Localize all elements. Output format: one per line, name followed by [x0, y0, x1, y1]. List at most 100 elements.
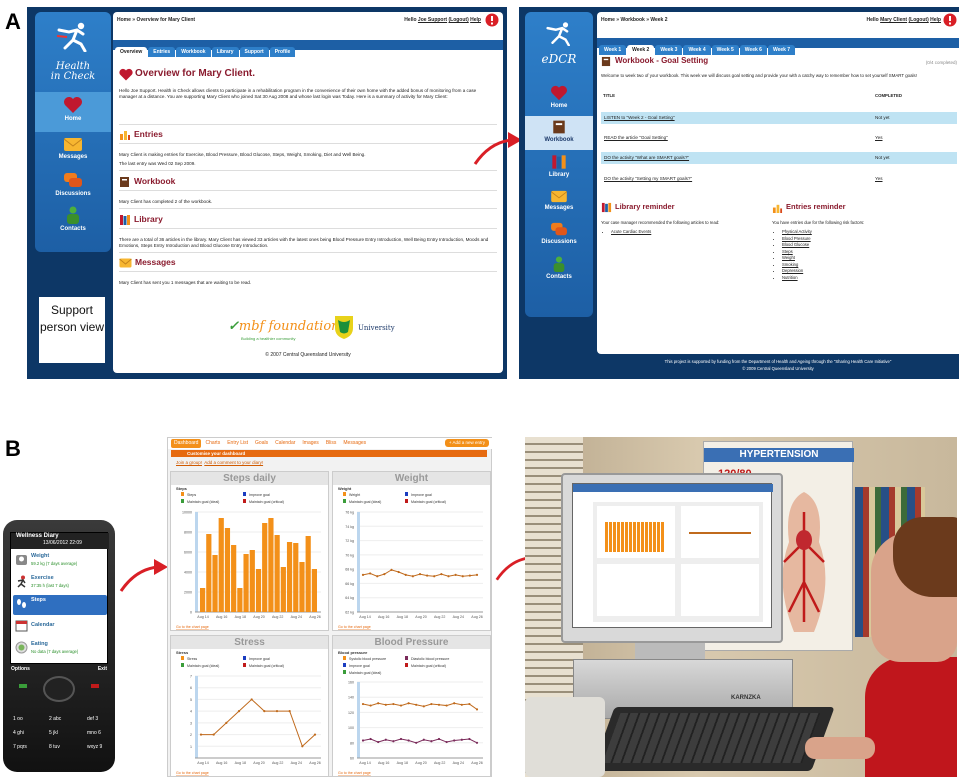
data-point [453, 739, 456, 742]
softkey-exit[interactable]: Exit [98, 666, 107, 672]
x-tick-label: Aug 18 [397, 615, 408, 619]
keypad-key[interactable]: 2 abc [49, 716, 61, 722]
books-icon [552, 155, 566, 169]
table-row[interactable]: LISTEN to "Week 2 - Goal Setting" Not ye… [601, 112, 957, 124]
intro-text: Welcome to week two of your workbook. Th… [601, 73, 917, 78]
list-item[interactable]: Physical Activity [782, 229, 812, 236]
tab-week-4[interactable]: Week 4 [683, 45, 711, 55]
data-point [237, 710, 241, 713]
nav-contacts[interactable]: Contacts [525, 254, 593, 290]
tab-entries[interactable]: Entries [148, 47, 176, 57]
username-link[interactable]: Joe Support [418, 17, 447, 23]
main-content: Home » Workbook » Week 2 Hello Mary Clie… [597, 12, 959, 354]
keypad-key[interactable]: 5 jkl [49, 730, 58, 736]
keypad-key[interactable]: 8 tuv [49, 744, 60, 750]
nav-workbook[interactable]: Workbook [525, 116, 593, 150]
navigation-pad[interactable] [43, 676, 75, 702]
nav-contacts[interactable]: Contacts [35, 204, 111, 240]
tab-week-6[interactable]: Week 6 [739, 45, 767, 55]
dashboard-tab[interactable]: Messages [340, 439, 369, 448]
bar [255, 569, 262, 612]
tab-week-5[interactable]: Week 5 [711, 45, 739, 55]
dashboard-tab[interactable]: Bliss [323, 439, 340, 448]
nav-messages[interactable]: Messages [525, 187, 593, 221]
add-comment-link[interactable]: Add a comment to your diary! [204, 460, 263, 465]
row-title[interactable]: DO the activity "Setting my SMART goals?… [604, 173, 692, 185]
row-title[interactable]: DO the activity "What are SMART goals?" [604, 152, 689, 164]
row-title[interactable]: READ the article "Goal Setting" [604, 132, 668, 144]
list-item[interactable]: Blood Glucose [782, 242, 812, 249]
dashboard-tab[interactable]: Images [299, 439, 321, 448]
dashboard-tab[interactable]: Dashboard [171, 439, 202, 448]
logout-link[interactable]: (Logout) [448, 17, 468, 23]
keypad-key[interactable]: 1 oo [13, 716, 23, 722]
chart-ylabel: Blood pressure [338, 650, 368, 655]
nav-discussions[interactable]: Discussions [525, 220, 593, 254]
softkey-options[interactable]: Options [11, 666, 30, 672]
nav-home[interactable]: Home [525, 82, 593, 116]
tab-library[interactable]: Library [211, 47, 239, 57]
item-name: Exercise [31, 575, 54, 581]
logout-link[interactable]: (Logout) [908, 17, 928, 23]
y-tick-label: 7 [190, 675, 192, 679]
join-group-link[interactable]: Join a group! [176, 460, 202, 465]
edcr-window: eDCR Home Workbook Library Messages Disc… [519, 7, 959, 379]
diary-item-exercise[interactable]: Exercise 37:35 h (last 7 days) [13, 573, 107, 593]
keypad-key[interactable]: wxyz 9 [87, 744, 102, 750]
username-link[interactable]: Mary Client [880, 17, 907, 23]
diary-item-calendar[interactable]: Calendar [13, 617, 107, 637]
tab-profile[interactable]: Profile [269, 47, 296, 57]
tab-week-2[interactable]: Week 2 [627, 45, 655, 55]
dashboard-tab[interactable]: Calendar [272, 439, 298, 448]
tab-week-7[interactable]: Week 7 [767, 45, 796, 55]
dashboard-tab[interactable]: Entry List [224, 439, 251, 448]
tab-support[interactable]: Support [239, 47, 269, 57]
help-link[interactable]: Help [930, 17, 941, 23]
diary-item-steps[interactable]: Steps [13, 595, 107, 615]
x-tick-label: Aug 22 [434, 761, 445, 765]
workbook-icon [553, 120, 565, 134]
tab-week-3[interactable]: Week 3 [655, 45, 683, 55]
x-tick-label: Aug 18 [397, 761, 408, 765]
table-row[interactable]: READ the article "Goal Setting" Yes [601, 132, 957, 144]
call-key[interactable] [19, 684, 27, 688]
divider [119, 228, 497, 229]
library-heading: Library [134, 214, 163, 224]
table-row[interactable]: DO the activity "Setting my SMART goals?… [601, 173, 957, 185]
keypad-key[interactable]: def 3 [87, 716, 98, 722]
x-tick-label: Aug 14 [197, 615, 208, 619]
keypad-key[interactable]: mno 6 [87, 730, 101, 736]
keypad-key[interactable]: 4 ghi [13, 730, 24, 736]
keypad-key[interactable]: 7 pqrs [13, 744, 27, 750]
add-entry-button[interactable]: + Add a new entry [444, 439, 489, 447]
row-title[interactable]: LISTEN to "Week 2 - Goal Setting" [604, 112, 675, 124]
mobile-phone: Wellness Diary 13/06/2012 22:09 Weight 5… [3, 520, 115, 772]
dashboard-tab[interactable]: Charts [202, 439, 223, 448]
y-tick-label: 6000 [184, 551, 192, 555]
dashboard-tab[interactable]: Goals [252, 439, 271, 448]
tab-overview[interactable]: Overview [115, 47, 148, 57]
customise-bar[interactable]: Customise your dashboard [171, 450, 487, 457]
diary-item-weight[interactable]: Weight 59.2 kg (7 days average) [13, 551, 107, 571]
diary-item-eating[interactable]: Eating No data (7 days average) [13, 639, 107, 659]
end-key[interactable] [91, 684, 99, 688]
thumbnail-line [689, 532, 751, 534]
nav-messages[interactable]: Messages [35, 134, 111, 168]
nav-library[interactable]: Library [525, 152, 593, 186]
tab-week-1[interactable]: Week 1 [599, 45, 627, 55]
data-point [468, 702, 471, 706]
help-alert-icon[interactable] [943, 13, 957, 27]
help-link[interactable]: Help [470, 17, 481, 23]
nav-home-label: Home [550, 103, 568, 109]
tab-workbook[interactable]: Workbook [176, 47, 211, 57]
x-tick-label: Aug 26 [309, 761, 320, 765]
help-alert-icon[interactable] [485, 13, 499, 27]
bar [311, 569, 317, 612]
list-item[interactable]: Acute Cardiac Events [611, 229, 651, 236]
footer-copyright: © 2009 Central Queensland University [742, 366, 814, 371]
list-item[interactable]: Nutrition [782, 275, 812, 282]
nav-discussions[interactable]: Discussions [35, 170, 111, 204]
table-row[interactable]: DO the activity "What are SMART goals?" … [601, 152, 957, 164]
runner-logo-icon [546, 22, 570, 46]
nav-home[interactable]: Home [35, 92, 111, 132]
